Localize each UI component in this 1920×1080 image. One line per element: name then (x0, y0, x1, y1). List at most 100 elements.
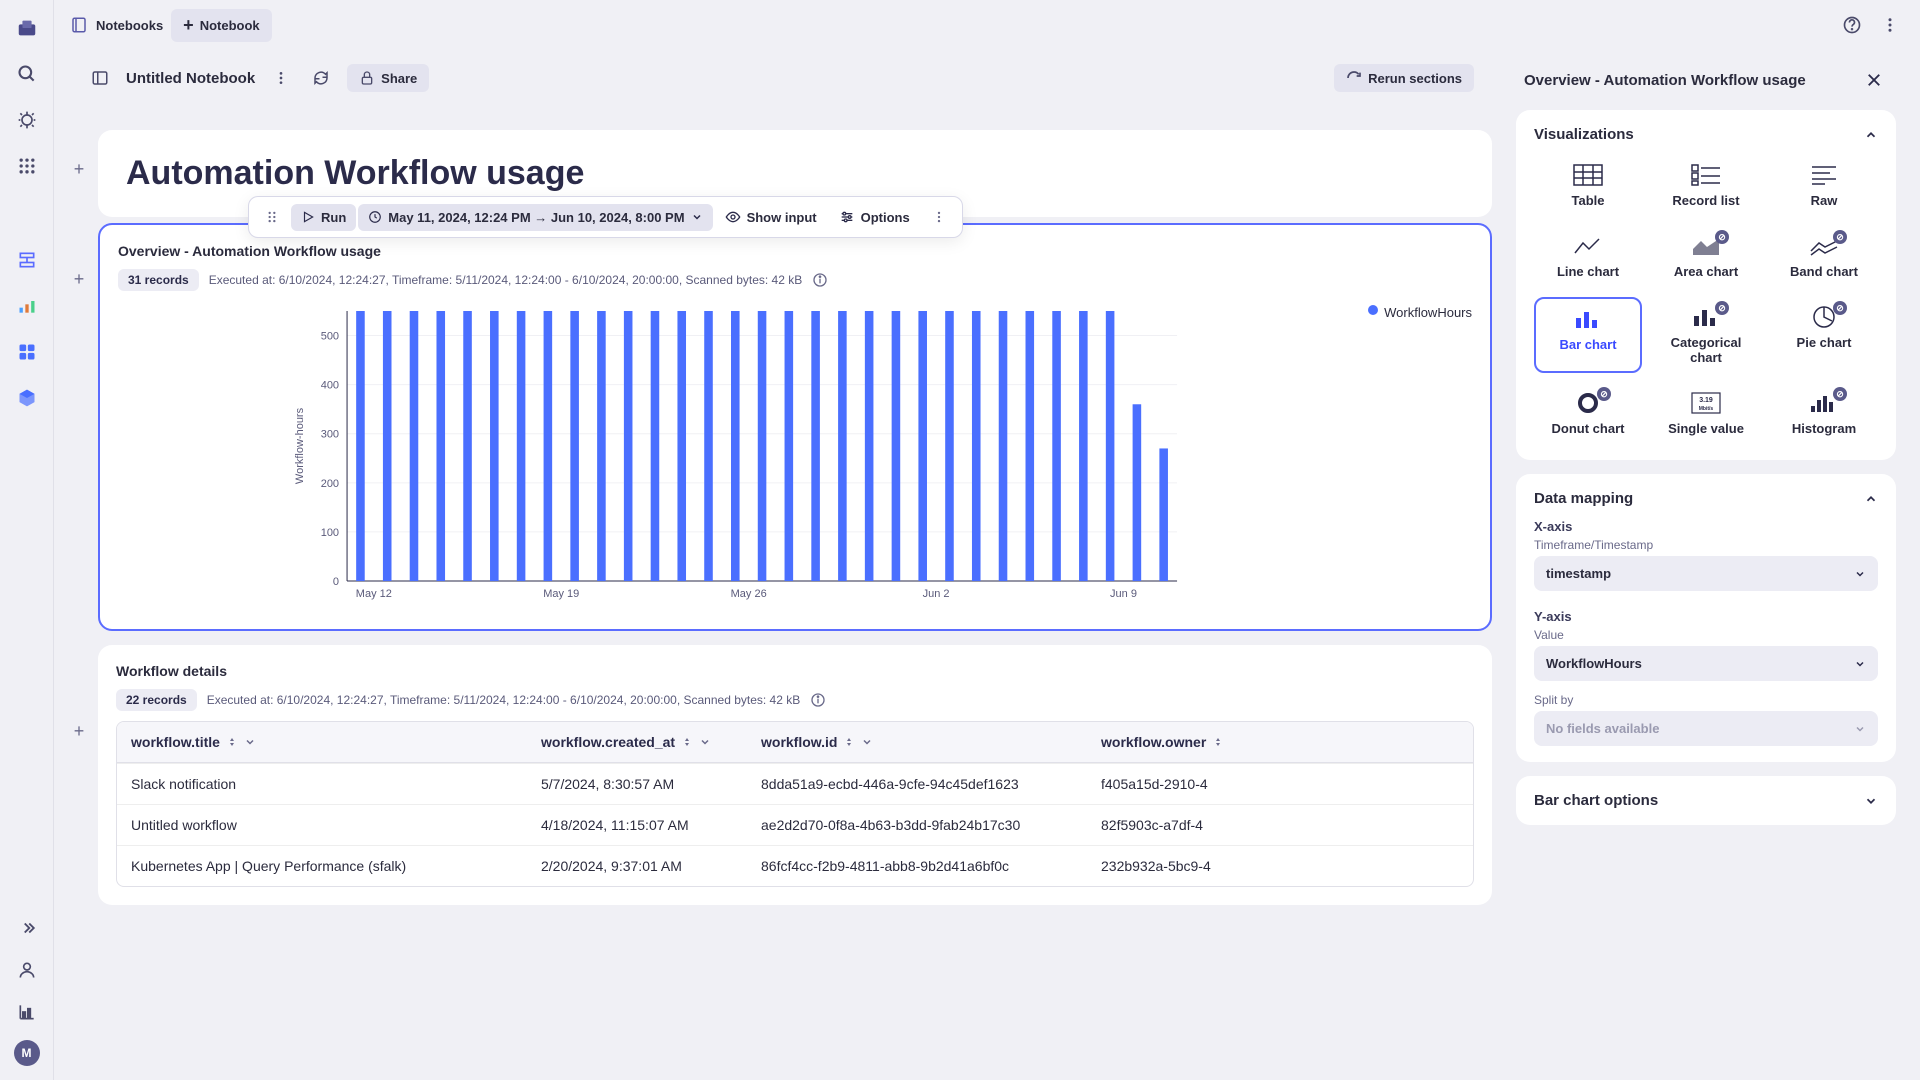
section-title: Workflow details (116, 663, 1474, 679)
viz-line-chart[interactable]: Line chart (1534, 226, 1642, 287)
column-header[interactable]: workflow.id (747, 722, 1087, 762)
info-icon[interactable] (812, 272, 828, 288)
disabled-badge-icon: ⊘ (1833, 301, 1847, 315)
svg-text:Jun 9: Jun 9 (1110, 588, 1137, 600)
sort-icon (226, 736, 238, 748)
chevron-down-icon[interactable] (1864, 794, 1878, 808)
table-row[interactable]: Slack notification 5/7/2024, 8:30:57 AM … (117, 763, 1473, 804)
drag-handle-icon[interactable] (255, 204, 289, 230)
sort-icon (843, 736, 855, 748)
left-rail: M (0, 0, 54, 1080)
add-section-button[interactable]: + (68, 158, 90, 180)
add-section-button[interactable]: + (68, 720, 90, 742)
xaxis-field-select[interactable]: timestamp (1534, 556, 1878, 591)
viz-table[interactable]: Table (1534, 155, 1642, 216)
chevron-up-icon[interactable] (1864, 492, 1878, 506)
overview-section[interactable]: Overview - Automation Workflow usage 31 … (98, 223, 1492, 631)
split-field-select[interactable]: No fields available (1534, 711, 1878, 746)
yaxis-label: Y-axis (1534, 609, 1878, 624)
account-icon[interactable] (13, 956, 41, 984)
svg-text:Mbit/s: Mbit/s (1699, 406, 1714, 412)
svg-text:0: 0 (333, 576, 339, 588)
options-button[interactable]: Options (829, 203, 920, 231)
plus-icon: + (183, 15, 194, 36)
yaxis-field-select[interactable]: WorkflowHours (1534, 646, 1878, 681)
yaxis-sublabel: Value (1534, 628, 1878, 642)
notebooks-link[interactable]: Notebooks (70, 16, 163, 34)
share-button[interactable]: Share (347, 64, 429, 92)
table-row[interactable]: Untitled workflow 4/18/2024, 11:15:07 AM… (117, 804, 1473, 845)
analytics-icon[interactable] (13, 292, 41, 320)
viz-histogram[interactable]: ⊘Histogram (1770, 383, 1878, 444)
apps-icon[interactable] (13, 152, 41, 180)
expand-icon[interactable] (13, 914, 41, 942)
bug-icon[interactable] (13, 106, 41, 134)
play-icon (301, 210, 315, 224)
viz-categorical-chart[interactable]: ⊘Categorical chart (1652, 297, 1760, 373)
column-header[interactable]: workflow.title (117, 722, 527, 762)
viz-record-list[interactable]: Record list (1652, 155, 1760, 216)
timerange-picker[interactable]: May 11, 2024, 12:24 PM → Jun 10, 2024, 8… (358, 204, 712, 231)
viz-area-chart[interactable]: ⊘Area chart (1652, 226, 1760, 287)
cube-icon[interactable] (13, 384, 41, 412)
split-label: Split by (1534, 693, 1878, 707)
sync-icon[interactable] (307, 64, 335, 92)
chevron-down-icon (861, 736, 873, 748)
share-label: Share (381, 71, 417, 86)
execution-meta: Executed at: 6/10/2024, 12:24:27, Timefr… (207, 693, 801, 707)
svg-text:100: 100 (321, 527, 339, 539)
show-input-button[interactable]: Show input (715, 203, 827, 231)
chevron-down-icon (244, 736, 256, 748)
column-header[interactable]: workflow.owner (1087, 722, 1473, 762)
notebook-title[interactable]: Untitled Notebook (126, 70, 255, 87)
svg-text:3.19: 3.19 (1699, 397, 1713, 404)
column-header[interactable]: workflow.created_at (527, 722, 747, 762)
sidebar-toggle-icon[interactable] (86, 64, 114, 92)
help-icon[interactable] (1838, 11, 1866, 39)
search-icon[interactable] (13, 60, 41, 88)
viz-bar-chart[interactable]: Bar chart (1534, 297, 1642, 373)
add-section-button[interactable]: + (68, 268, 90, 290)
record-count-badge: 31 records (118, 269, 199, 291)
chevron-down-icon (699, 736, 711, 748)
timerange-label: May 11, 2024, 12:24 PM → Jun 10, 2024, 8… (388, 210, 684, 225)
svg-text:300: 300 (321, 429, 339, 441)
section-title: Overview - Automation Workflow usage (118, 243, 1472, 259)
sliders-icon (839, 209, 855, 225)
close-icon[interactable] (1860, 66, 1888, 94)
run-label: Run (321, 210, 346, 225)
chevron-down-icon (691, 211, 703, 223)
viz-single-value[interactable]: 3.19Mbit/sSingle value (1652, 383, 1760, 444)
table-row[interactable]: Kubernetes App | Query Performance (sfal… (117, 845, 1473, 886)
disabled-badge-icon: ⊘ (1833, 230, 1847, 244)
viz-pie-chart[interactable]: ⊘Pie chart (1770, 297, 1878, 373)
section-more-icon[interactable] (922, 204, 956, 230)
disabled-badge-icon: ⊘ (1597, 387, 1611, 401)
grid-icon[interactable] (13, 338, 41, 366)
chart-icon[interactable] (13, 998, 41, 1026)
workflow-icon[interactable] (13, 246, 41, 274)
info-icon[interactable] (810, 692, 826, 708)
eye-icon (725, 209, 741, 225)
rerun-button[interactable]: Rerun sections (1334, 64, 1474, 92)
visualizations-panel: Visualizations Table Record list Raw Lin… (1516, 110, 1896, 460)
disabled-badge-icon: ⊘ (1715, 230, 1729, 244)
legend-label: WorkflowHours (1384, 305, 1472, 320)
viz-donut-chart[interactable]: ⊘Donut chart (1534, 383, 1642, 444)
rerun-label: Rerun sections (1368, 71, 1462, 86)
chevron-up-icon[interactable] (1864, 128, 1878, 142)
show-input-label: Show input (747, 210, 817, 225)
run-button[interactable]: Run (291, 204, 356, 231)
brand-icon[interactable] (13, 14, 41, 42)
chart-legend: WorkflowHours (1368, 301, 1472, 611)
viz-band-chart[interactable]: ⊘Band chart (1770, 226, 1878, 287)
svg-text:May 12: May 12 (356, 588, 392, 600)
nb-more-icon[interactable] (267, 64, 295, 92)
page-title[interactable]: Automation Workflow usage (126, 154, 1464, 193)
avatar[interactable]: M (14, 1040, 40, 1066)
more-icon[interactable] (1876, 11, 1904, 39)
details-section: Workflow details 22 records Executed at:… (98, 645, 1492, 905)
sort-icon (1212, 736, 1224, 748)
new-notebook-button[interactable]: + Notebook (171, 9, 271, 42)
viz-raw[interactable]: Raw (1770, 155, 1878, 216)
